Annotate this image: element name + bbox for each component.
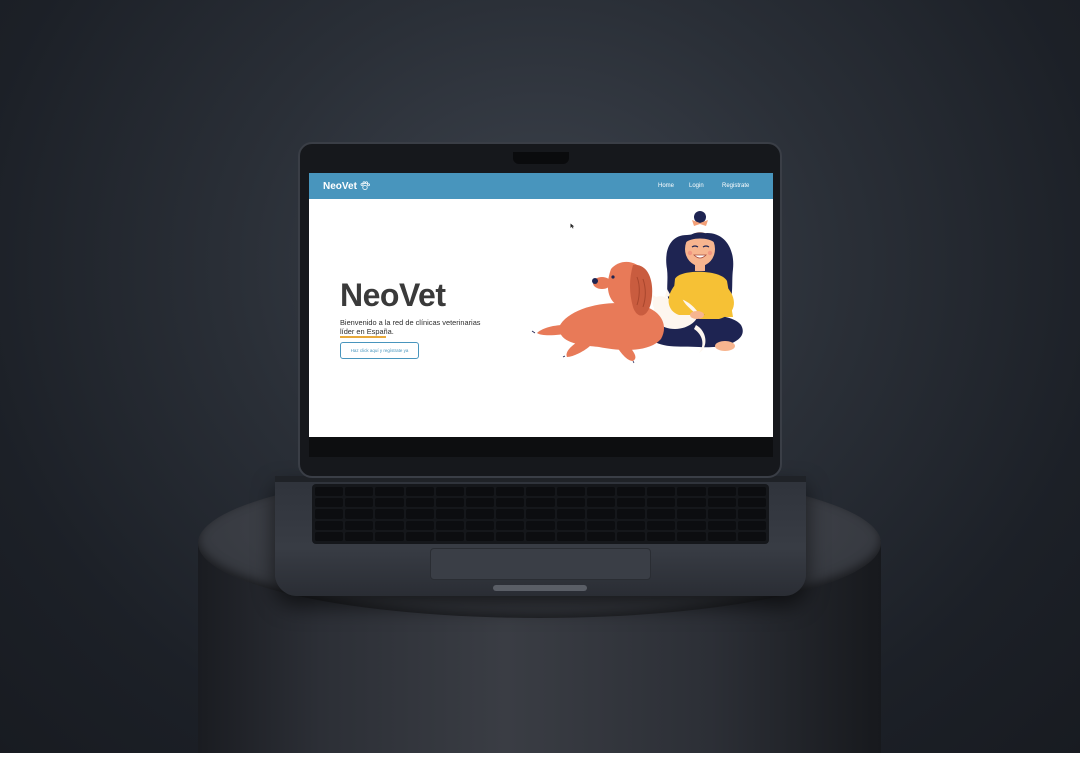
register-cta-button[interactable]: Haz click aquí y regístrate ya	[340, 342, 419, 359]
keyboard	[312, 484, 769, 544]
hero-title: NeoVet	[340, 277, 446, 313]
camera-notch	[513, 152, 569, 164]
brand-logo[interactable]: NeoVet	[323, 180, 371, 192]
site-navbar: NeoVet Home Login Registrate	[309, 173, 773, 199]
page-bottom-strip	[0, 753, 1080, 757]
laptop-opening-lip	[493, 585, 587, 591]
laptop-lid: NeoVet Home Login Registrate NeoVet Bien…	[298, 142, 782, 478]
trackpad	[430, 548, 651, 580]
brand-name: NeoVet	[323, 180, 357, 192]
screen-bezel-bottom	[309, 437, 773, 457]
hero-subtitle: Bienvenido a la red de clínicas veterina…	[340, 318, 481, 336]
hero-underline	[340, 336, 386, 338]
girl-with-dog-and-cat-illustration	[531, 211, 743, 364]
nav-link-home[interactable]: Home	[658, 183, 674, 189]
paw-icon	[360, 181, 370, 190]
laptop-screen: NeoVet Home Login Registrate NeoVet Bien…	[309, 173, 773, 437]
laptop-base	[275, 476, 806, 596]
nav-link-register[interactable]: Registrate	[722, 183, 749, 189]
nav-link-login[interactable]: Login	[689, 183, 704, 189]
